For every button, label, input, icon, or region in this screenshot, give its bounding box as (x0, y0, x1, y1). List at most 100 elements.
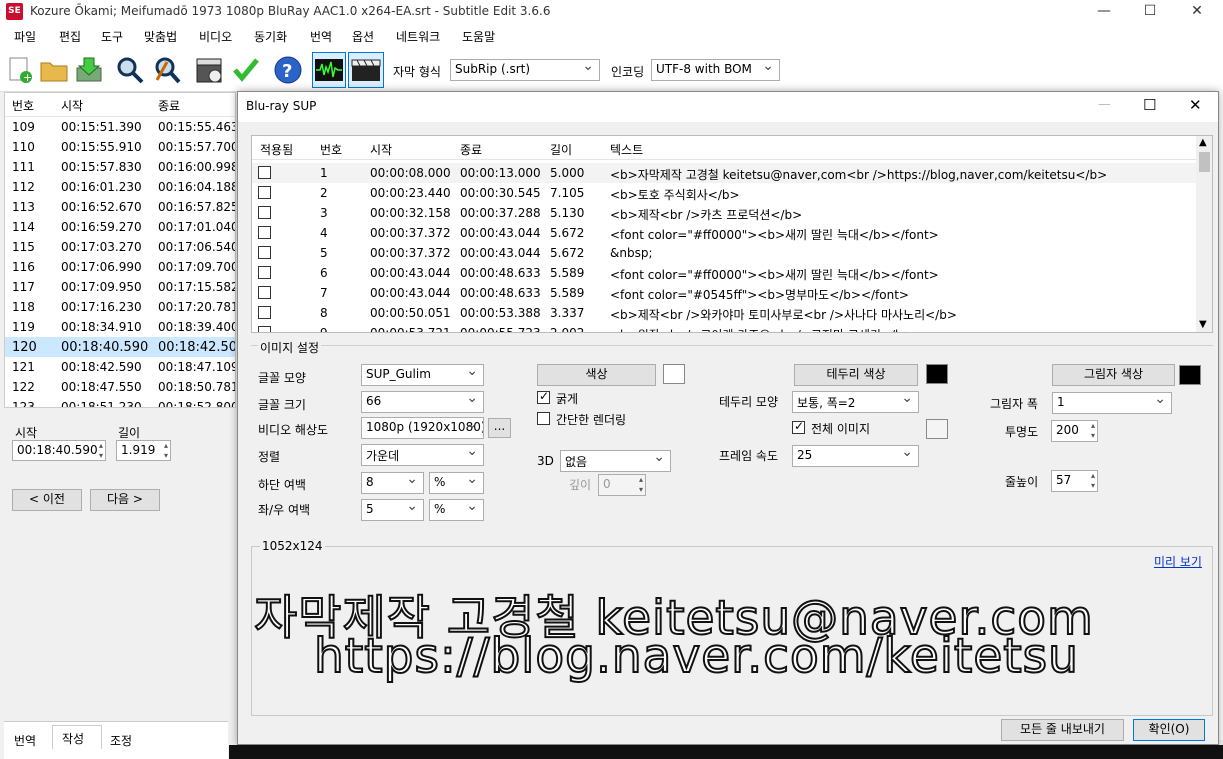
col-number[interactable]: 번호 (320, 141, 342, 158)
table-row[interactable]: 121 00:18:42.590 00:18:47.109 (5, 357, 235, 377)
table-row[interactable]: 4 00:00:37.372 00:00:43.044 5.672 <font colo… (252, 223, 1196, 243)
prev-button[interactable]: < 이전 (12, 489, 82, 511)
table-row[interactable]: 115 00:17:03.270 00:17:06.540 (5, 237, 235, 257)
menu-spellcheck[interactable]: 맞춤법 (144, 28, 177, 45)
border-color-swatch[interactable] (926, 364, 948, 384)
table-row[interactable]: 111 00:15:57.830 00:16:00.998 (5, 157, 235, 177)
menu-help[interactable]: 도움말 (462, 28, 495, 45)
font-family-select[interactable]: SUP_Gulim (361, 364, 484, 386)
spellcheck-icon[interactable] (230, 54, 262, 86)
scroll-down-icon[interactable]: ▼ (1199, 319, 1207, 330)
border-style-select[interactable]: 보통, 폭=2 (792, 391, 919, 413)
table-row[interactable]: 117 00:17:09.950 00:17:15.582 (5, 277, 235, 297)
scroll-up-icon[interactable]: ▲ (1199, 137, 1207, 148)
waveform-toggle-icon[interactable] (312, 52, 346, 88)
alignment-select[interactable]: 가운데 (361, 444, 484, 466)
include-checkbox[interactable] (258, 246, 271, 259)
col-end[interactable]: 종료 (158, 97, 180, 114)
start-time-input[interactable]: 00:18:40.590 (12, 440, 106, 461)
include-checkbox[interactable] (258, 326, 271, 332)
col-end[interactable]: 종료 (460, 141, 482, 158)
table-row[interactable]: 110 00:15:55.910 00:15:57.700 (5, 137, 235, 157)
help-icon[interactable]: ? (272, 54, 304, 86)
lr-margin-select[interactable]: 5 (361, 499, 424, 521)
table-row[interactable]: 8 00:00:50.051 00:00:53.388 3.337 <b>제작<br /… (252, 303, 1196, 323)
maximize-icon[interactable]: ☐ (1127, 0, 1173, 24)
dialog-close-icon[interactable]: ✕ (1189, 96, 1202, 114)
table-row[interactable]: 2 00:00:23.440 00:00:30.545 7.105 <b>토호 주식회사… (252, 183, 1196, 203)
menu-file[interactable]: 파일 (14, 28, 36, 45)
grid-scrollbar[interactable]: ▲ ▼ (1196, 136, 1212, 332)
table-row[interactable]: 109 00:15:51.390 00:15:55.463 (5, 117, 235, 137)
shadow-width-select[interactable]: 1 (1052, 392, 1172, 414)
include-checkbox[interactable] (258, 306, 271, 319)
include-checkbox[interactable] (258, 286, 271, 299)
line-height-input[interactable]: 57 (1051, 470, 1098, 492)
color-button[interactable]: 색상 (537, 364, 656, 386)
tab-create[interactable]: 작성 (62, 730, 84, 747)
shadow-color-button[interactable]: 그림자 색상 (1052, 364, 1175, 386)
border-color-button[interactable]: 테두리 색상 (794, 364, 918, 386)
encoding-select[interactable]: UTF-8 with BOM (651, 59, 780, 81)
include-checkbox[interactable] (258, 206, 271, 219)
format-select[interactable]: SubRip (.srt) (450, 59, 600, 81)
subtitle-list[interactable]: 번호 시작 종료 109 00:15:51.390 00:15:55.463 110 0… (4, 92, 236, 408)
include-checkbox[interactable] (258, 266, 271, 279)
table-row[interactable]: 113 00:16:52.670 00:16:57.825 (5, 197, 235, 217)
col-start[interactable]: 시작 (370, 141, 392, 158)
bottom-margin-select[interactable]: 8 (361, 472, 424, 494)
resolution-browse-button[interactable]: ... (488, 418, 511, 438)
menu-edit[interactable]: 편집 (59, 28, 81, 45)
video-player-toggle-icon[interactable] (348, 52, 384, 88)
depth-input[interactable]: 0 (598, 474, 646, 496)
menu-network[interactable]: 네트워크 (396, 28, 440, 45)
shadow-color-swatch[interactable] (1179, 365, 1201, 385)
full-image-color-swatch[interactable] (926, 419, 948, 439)
resolution-select[interactable]: 1080p (1920x1080) (361, 417, 484, 439)
tab-adjust[interactable]: 조정 (110, 732, 132, 749)
menu-tools[interactable]: 도구 (101, 28, 123, 45)
menu-options[interactable]: 옵션 (352, 28, 374, 45)
menu-translate[interactable]: 번역 (310, 28, 332, 45)
col-duration[interactable]: 길이 (550, 141, 572, 158)
scroll-thumb[interactable] (1199, 152, 1210, 172)
bottom-margin-unit-select[interactable]: % (429, 472, 484, 494)
table-row[interactable]: 5 00:00:37.372 00:00:43.044 5.672 &nbsp; (252, 243, 1196, 263)
table-row[interactable]: 1 00:00:08.000 00:00:13.000 5.000 <b>자막제작 고경… (252, 163, 1196, 183)
table-row[interactable]: 116 00:17:06.990 00:17:09.700 (5, 257, 235, 277)
3d-select[interactable]: 없음 (560, 450, 671, 472)
col-start[interactable]: 시작 (61, 97, 83, 114)
save-download-icon[interactable] (73, 54, 105, 86)
next-button[interactable]: 다음 > (90, 489, 160, 511)
tab-translate[interactable]: 번역 (14, 732, 36, 749)
include-checkbox[interactable] (258, 166, 271, 179)
duration-input[interactable]: 1.919 (116, 440, 171, 461)
bold-checkbox[interactable] (537, 389, 550, 404)
col-number[interactable]: 번호 (12, 97, 34, 114)
transparency-input[interactable]: 200 (1051, 420, 1098, 442)
export-all-button[interactable]: 모든 줄 내보내기 (1001, 719, 1124, 741)
menu-video[interactable]: 비디오 (199, 28, 232, 45)
col-text[interactable]: 텍스트 (610, 141, 643, 158)
simple-render-checkbox[interactable] (537, 412, 550, 425)
table-row[interactable]: 122 00:18:47.550 00:18:50.781 (5, 377, 235, 397)
table-row[interactable]: 123 00:18:51.230 00:18:52.800 (5, 397, 235, 407)
full-image-checkbox[interactable] (792, 419, 805, 434)
replace-icon[interactable] (151, 54, 183, 86)
table-row[interactable]: 3 00:00:32.158 00:00:37.288 5.130 <b>제작<br /… (252, 203, 1196, 223)
close-icon[interactable]: ✕ (1174, 0, 1220, 24)
minimize-icon[interactable]: — (1081, 0, 1127, 24)
text-color-swatch[interactable] (663, 364, 685, 384)
table-row[interactable]: 6 00:00:43.044 00:00:48.633 5.589 <font colo… (252, 263, 1196, 283)
font-size-select[interactable]: 66 (361, 391, 484, 413)
table-row[interactable]: 9 00:00:53.721 00:00:55.723 2.002 <b>원작<br /… (252, 323, 1196, 332)
include-checkbox[interactable] (258, 186, 271, 199)
table-row[interactable]: 112 00:16:01.230 00:16:04.188 (5, 177, 235, 197)
menu-sync[interactable]: 동기화 (254, 28, 287, 45)
ok-button[interactable]: 확인(O) (1133, 719, 1205, 741)
lr-margin-unit-select[interactable]: % (429, 499, 484, 521)
table-row[interactable]: 114 00:16:59.270 00:17:01.040 (5, 217, 235, 237)
table-row[interactable]: 120 00:18:40.590 00:18:42.50 (5, 337, 235, 357)
export-subtitle-grid[interactable]: 적용됨 번호 시작 종료 길이 텍스트 1 00:00:08.000 00:00:1… (251, 135, 1213, 333)
preview-link[interactable]: 미리 보기 (1154, 553, 1202, 570)
